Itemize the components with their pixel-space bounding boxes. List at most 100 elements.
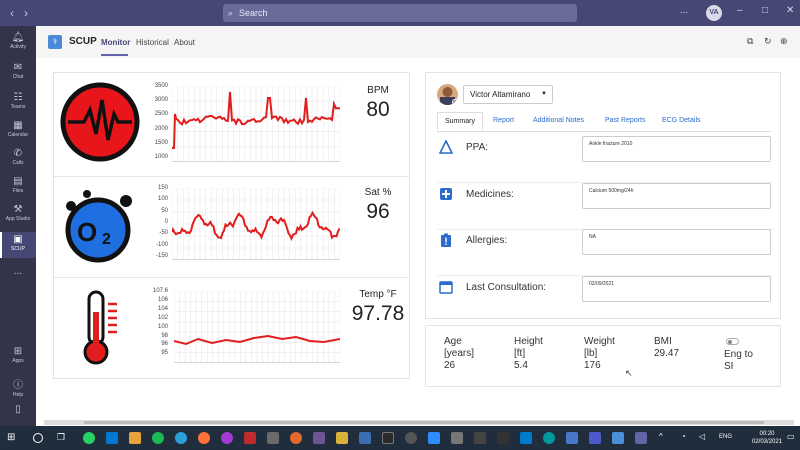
avatar[interactable]: VA [706, 5, 722, 21]
y-tick-label: 100 [150, 324, 168, 330]
ppa-field[interactable]: Ankle fracture 2010 [582, 136, 771, 162]
teams-taskbar-icon[interactable] [589, 432, 601, 444]
email-icon[interactable] [106, 432, 118, 444]
doctor-avatar [437, 84, 458, 105]
popout-icon[interactable]: ⧉ [747, 36, 753, 47]
tab-summary[interactable]: Summary [437, 112, 483, 130]
rail-item-apps[interactable]: ⊞ Apps [0, 346, 36, 370]
tab-divider [437, 131, 771, 132]
app-name: SCUP [69, 36, 97, 47]
zoom-icon[interactable] [428, 432, 440, 444]
tab-about[interactable]: About [174, 38, 195, 47]
rail-item-device[interactable]: ▯ [0, 404, 36, 424]
alert-clipboard-icon [439, 233, 453, 247]
close-icon[interactable]: ✕ [786, 5, 794, 16]
divider [54, 176, 409, 177]
refresh-icon[interactable]: ↻ [764, 36, 772, 47]
scup-icon: ▣ [0, 234, 36, 245]
app-icon[interactable] [359, 432, 371, 444]
app-icon[interactable] [497, 432, 509, 444]
app-icon[interactable] [290, 432, 302, 444]
age-value: 26 [444, 360, 474, 372]
language-indicator[interactable]: ENG [719, 434, 732, 440]
vscode-icon[interactable] [520, 432, 532, 444]
svg-text:O: O [77, 217, 97, 247]
age-label: Age [444, 336, 474, 348]
folder-icon[interactable] [129, 432, 141, 444]
rail-item-calls[interactable]: ✆ Calls [0, 148, 36, 172]
tab-monitor[interactable]: Monitor [101, 38, 130, 47]
tab-report[interactable]: Report [493, 117, 514, 124]
horizontal-scrollbar[interactable] [44, 420, 794, 425]
rail-item-calendar[interactable]: ▦ Calendar [0, 120, 36, 144]
clock[interactable]: 00:20 02/03/2021 [752, 430, 782, 446]
whatsapp-icon[interactable] [83, 432, 95, 444]
rail-item-more[interactable]: ... [0, 266, 36, 280]
tab-additional-notes[interactable]: Additional Notes [533, 117, 584, 124]
app-icon[interactable] [382, 432, 394, 444]
last-consultation-field[interactable]: 02/09/2021 [582, 276, 771, 302]
rail-item-scup[interactable]: ▣ SCUP [0, 232, 36, 258]
unit-toggle[interactable] [726, 338, 739, 345]
search-input[interactable]: ⌕ Search [223, 4, 577, 22]
scrollbar-thumb[interactable] [84, 421, 764, 424]
volume-icon[interactable]: ◁ [699, 432, 711, 444]
weight-label: Weight [584, 336, 615, 348]
app-icon[interactable] [336, 432, 348, 444]
task-view-icon[interactable]: ❐ [57, 432, 69, 444]
calendar-icon [439, 280, 453, 294]
unit-toggle-label: Eng to SI [724, 349, 753, 373]
search-taskbar-icon[interactable] [33, 433, 43, 443]
rail-item-chat[interactable]: ✉ Chat [0, 62, 36, 86]
scup-logo-icon: ⚕ [48, 35, 62, 49]
temp-signal-chart [174, 291, 340, 363]
github-icon[interactable] [313, 432, 325, 444]
tab-ecg-details[interactable]: ECG Details [662, 117, 701, 124]
network-icon[interactable]: ◔ [681, 432, 693, 444]
app-icon[interactable] [612, 432, 624, 444]
more-options-icon[interactable]: ... [680, 5, 688, 16]
divider [54, 277, 409, 278]
rail-item-teams[interactable]: ☷ Teams [0, 92, 36, 116]
calendar-icon: ▦ [0, 120, 36, 131]
globe-icon[interactable]: ⊕ [780, 36, 788, 47]
rail-item-files[interactable]: ▤ Files [0, 176, 36, 200]
ppa-label: PPA: [466, 142, 488, 153]
notification-icon[interactable]: ▭ [787, 432, 799, 444]
y-tick-label: 0 [150, 219, 168, 225]
medicines-field[interactable]: Calcium 500mg/24h [582, 183, 771, 209]
rail-item-help[interactable]: ⓘ Help [0, 376, 36, 400]
clock-app-icon[interactable] [405, 432, 417, 444]
y-tick-label: 106 [150, 297, 168, 303]
y-tick-label: 104 [150, 306, 168, 312]
doctor-select[interactable]: Victor Altamirano ▼ [463, 85, 553, 104]
rail-item-activity[interactable]: 🔔︎ Activity [0, 32, 36, 56]
tab-past-reports[interactable]: Past Reports [605, 117, 645, 124]
height-label: Height [514, 336, 543, 348]
app-icon[interactable] [566, 432, 578, 444]
filezilla-icon[interactable] [244, 432, 256, 444]
spotify-icon[interactable] [152, 432, 164, 444]
allergies-field[interactable]: NA [582, 229, 771, 255]
minimize-icon[interactable]: – [737, 5, 743, 16]
maximize-icon[interactable]: □ [762, 5, 768, 16]
y-tick-label: -150 [150, 253, 168, 259]
firefox-icon[interactable] [198, 432, 210, 444]
rail-item-app-studio[interactable]: ⚒ App Studio [0, 204, 36, 228]
windows-start-icon[interactable]: ⊞ [7, 432, 19, 444]
app-icon[interactable] [474, 432, 486, 444]
summary-row-allergies: Allergies: NA [437, 229, 773, 276]
chevron-up-icon[interactable]: ^ [659, 432, 671, 444]
back-icon[interactable]: ‹ [10, 6, 14, 20]
forward-icon[interactable]: › [24, 6, 28, 20]
summary-row-ppa: PPA: Ankle fracture 2010 [437, 136, 773, 183]
tab-historical[interactable]: Historical [136, 38, 169, 47]
app-icon[interactable] [635, 432, 647, 444]
app-icon[interactable] [451, 432, 463, 444]
edge-icon[interactable] [175, 432, 187, 444]
y-tick-label: 107.6 [150, 288, 168, 294]
app-icon[interactable] [221, 432, 233, 444]
taskbar: ⊞ ❐ ^ ◔ ◁ ENG 00:20 02/03/2021 ▭ [0, 426, 800, 450]
arduino-icon[interactable] [543, 432, 555, 444]
app-icon[interactable] [267, 432, 279, 444]
